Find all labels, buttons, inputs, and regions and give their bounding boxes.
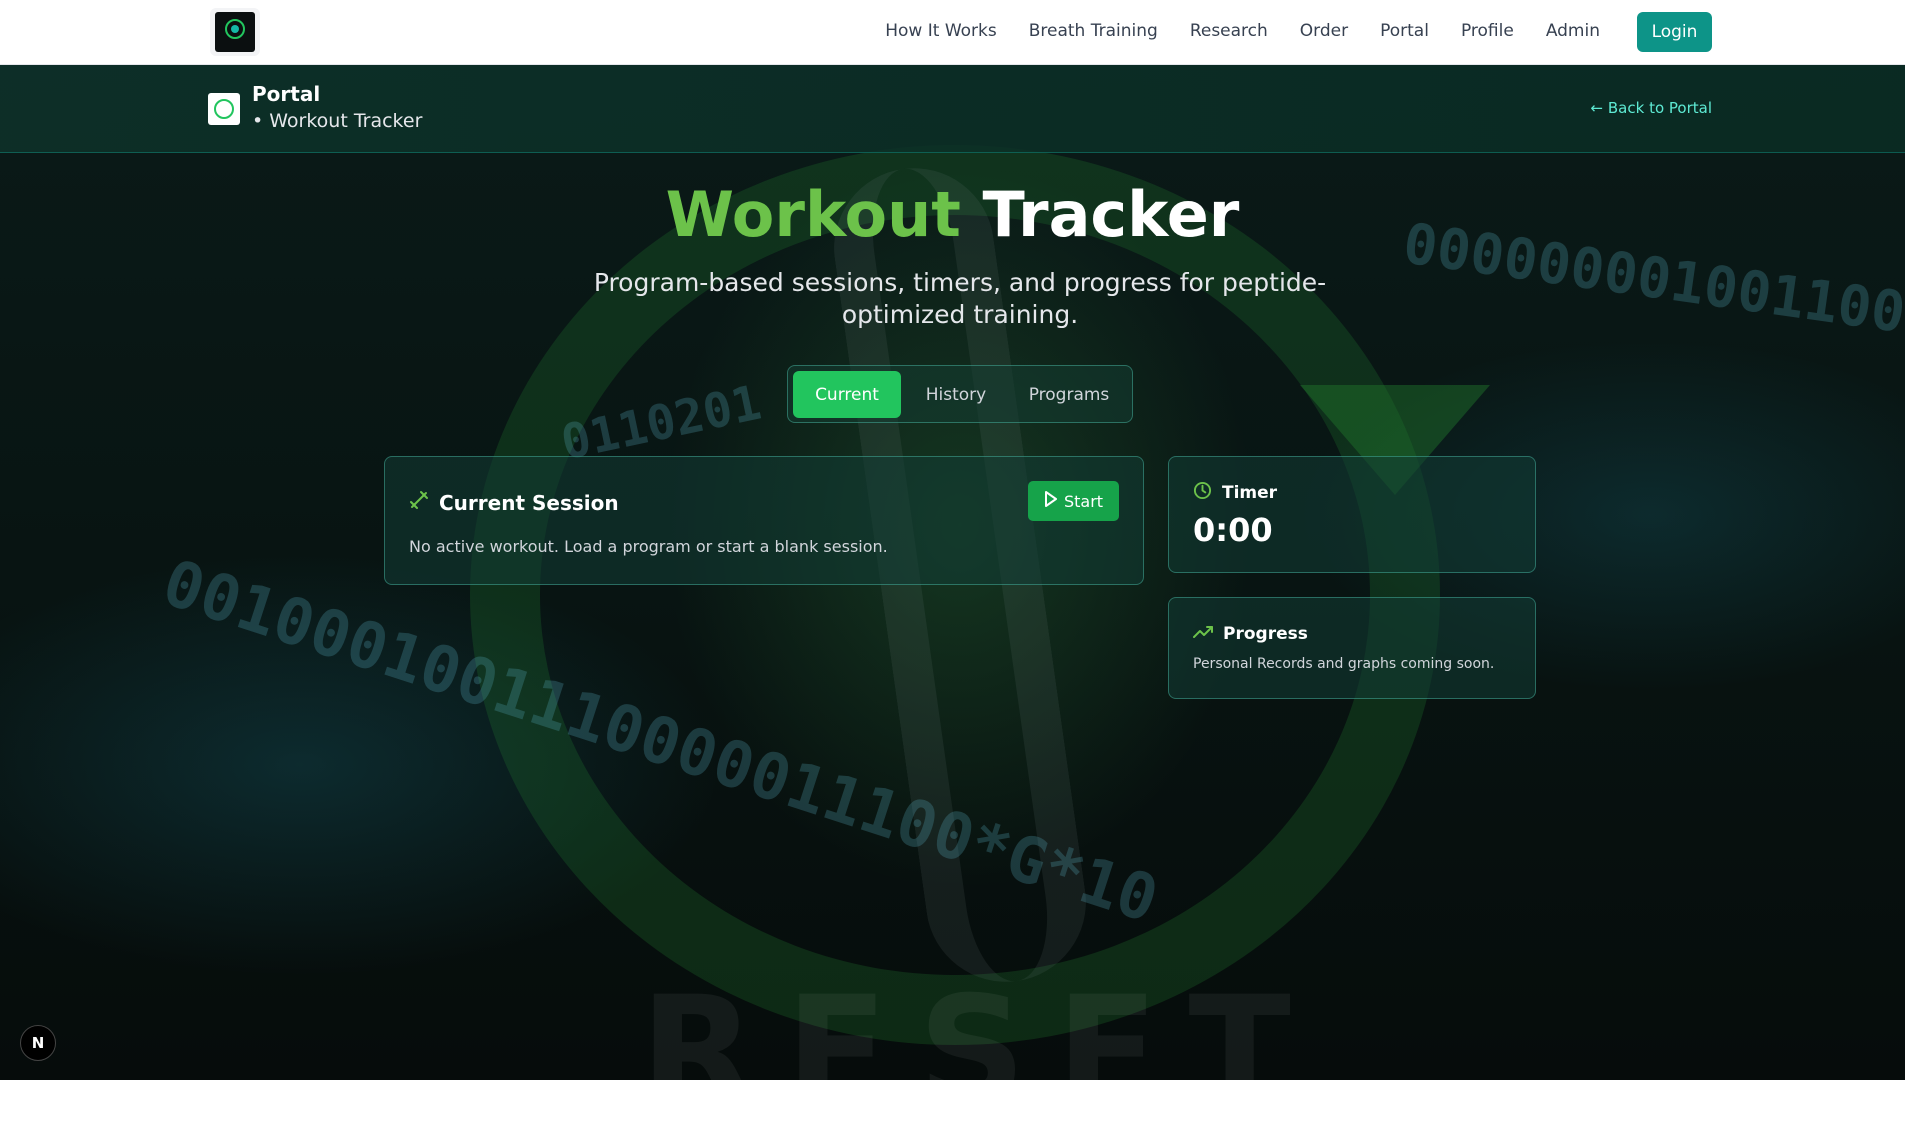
background-watermark: RESET [640, 965, 1321, 1080]
page-title-accent: Workout [665, 178, 961, 251]
dev-tools-badge[interactable]: N [20, 1025, 56, 1061]
page-title-main: Tracker [982, 178, 1240, 251]
nav-order[interactable]: Order [1300, 21, 1348, 41]
back-to-portal-link[interactable]: ← Back to Portal [1591, 99, 1712, 117]
tab-bar: Current History Programs [787, 365, 1133, 423]
tab-history[interactable]: History [906, 371, 1006, 418]
start-button-label: Start [1063, 491, 1104, 511]
current-session-card: Current Session Start No active workout.… [384, 456, 1144, 585]
login-button[interactable]: Login [1637, 12, 1712, 52]
progress-card: Progress Personal Records and graphs com… [1168, 597, 1536, 699]
session-empty-text: No active workout. Load a program or sta… [409, 537, 888, 556]
nav-research[interactable]: Research [1190, 21, 1268, 41]
portal-subtitle: • Workout Tracker [252, 110, 423, 132]
tab-current[interactable]: Current [793, 371, 901, 418]
timer-card: Timer 0:00 [1168, 456, 1536, 573]
timer-value: 0:00 [1193, 511, 1273, 549]
trending-up-icon [1193, 624, 1223, 644]
portal-title: Portal [252, 82, 321, 106]
clock-icon [1193, 481, 1222, 505]
start-button[interactable]: Start [1028, 481, 1119, 521]
progress-text: Personal Records and graphs coming soon. [1193, 656, 1495, 672]
page-title: Workout Tracker [0, 178, 1905, 251]
nav-admin[interactable]: Admin [1546, 21, 1600, 41]
nav-portal[interactable]: Portal [1380, 21, 1429, 41]
dumbbell-icon [409, 490, 439, 515]
top-navbar: How It Works Breath Training Research Or… [0, 0, 1905, 65]
nav-how-it-works[interactable]: How It Works [885, 21, 996, 41]
portal-logo [208, 93, 240, 125]
page-subtitle: Program-based sessions, timers, and prog… [593, 268, 1327, 329]
timer-header: Timer [1193, 481, 1277, 505]
play-icon [1044, 491, 1064, 511]
nav-links: How It Works Breath Training Research Or… [853, 0, 1600, 62]
nav-profile[interactable]: Profile [1461, 21, 1514, 41]
brand-logo[interactable] [210, 8, 260, 56]
timer-title: Timer [1222, 483, 1278, 503]
session-title: Current Session [439, 490, 619, 515]
logo-image [215, 12, 255, 52]
progress-header: Progress [1193, 624, 1308, 644]
tab-programs[interactable]: Programs [1010, 371, 1128, 418]
session-header: Current Session [409, 490, 619, 515]
nav-breath-training[interactable]: Breath Training [1029, 21, 1158, 41]
progress-title: Progress [1223, 624, 1308, 644]
